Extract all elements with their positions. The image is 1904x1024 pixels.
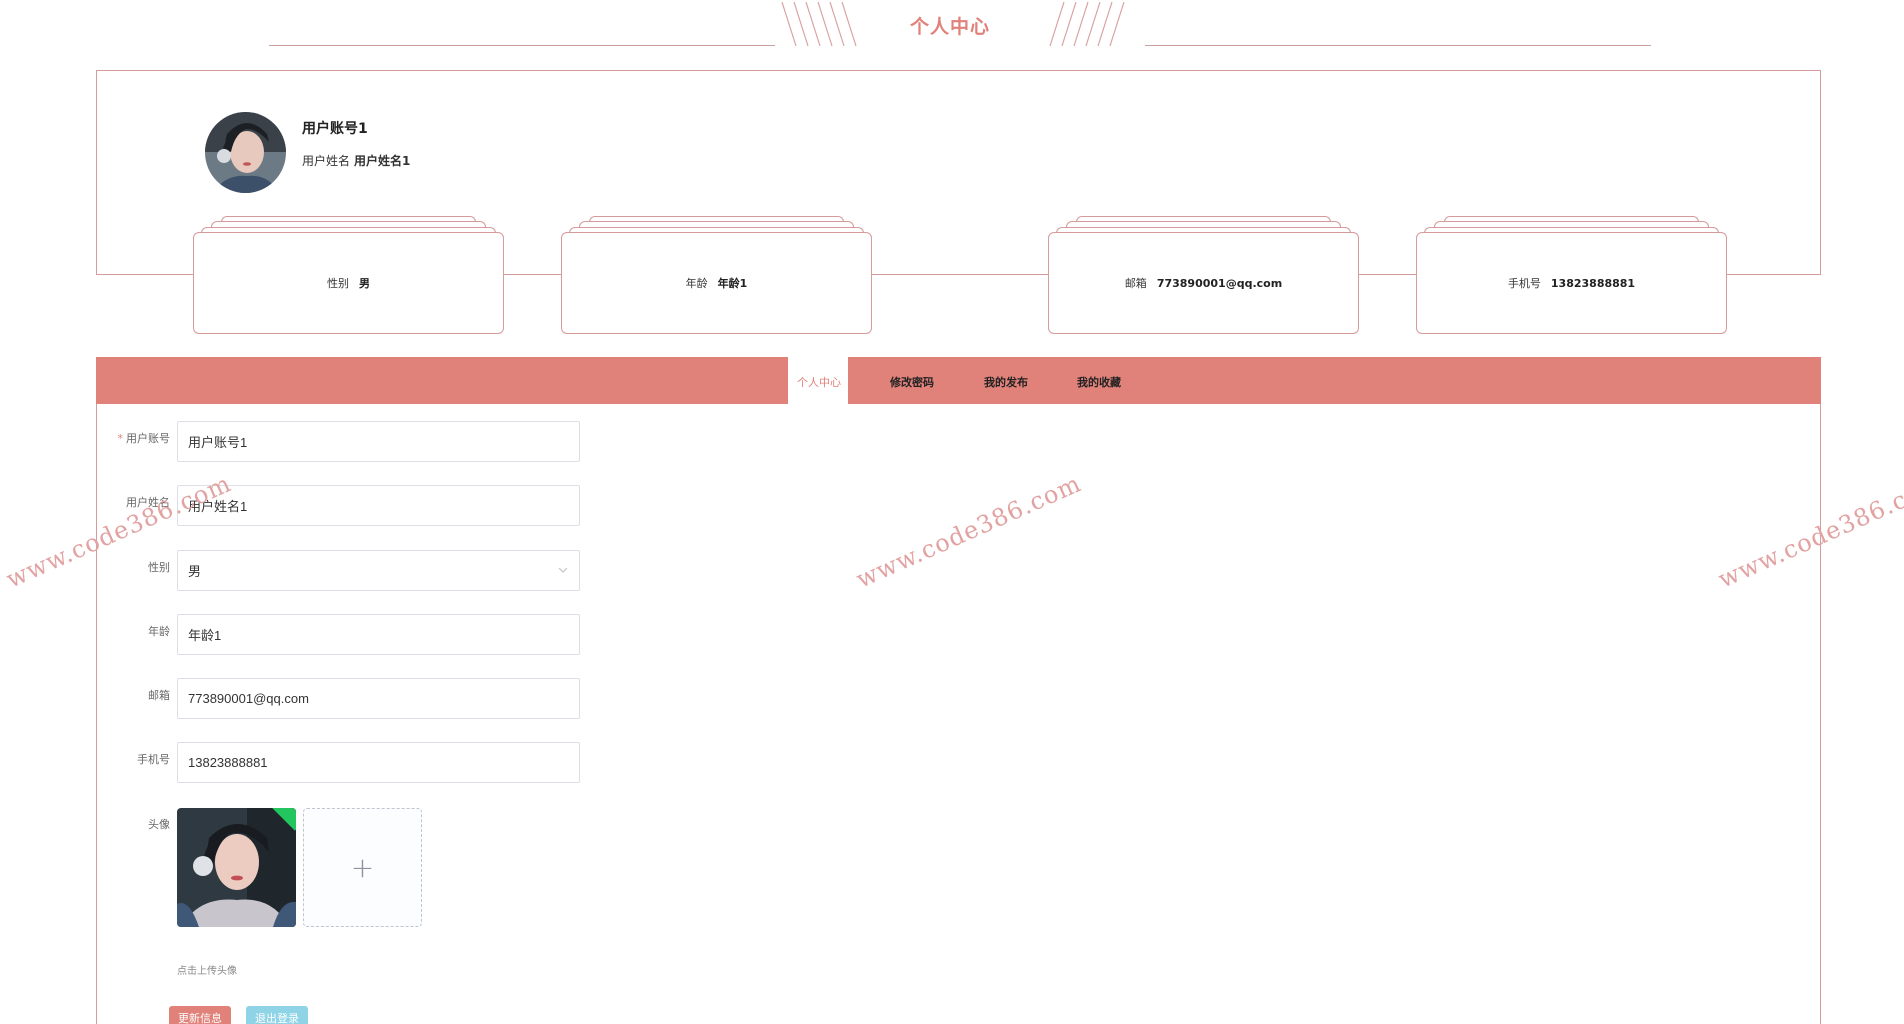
title-line-right bbox=[1145, 45, 1651, 46]
plus-icon: + bbox=[350, 851, 375, 884]
label-account: * 用户账号 bbox=[117, 432, 171, 445]
tab-personal-center[interactable]: 个人中心 bbox=[797, 374, 841, 390]
page-title: 个人中心 bbox=[909, 16, 990, 38]
tab-my-favorites[interactable]: 我的收藏 bbox=[1077, 374, 1121, 390]
stat-card-phone: 手机号 13823888881 bbox=[1416, 216, 1727, 334]
tabs-bar bbox=[96, 357, 1821, 404]
title-line-left bbox=[269, 45, 775, 46]
profile-avatar bbox=[205, 112, 286, 193]
stat-card-gender: 性别男 bbox=[193, 216, 504, 334]
email-input[interactable] bbox=[177, 678, 580, 719]
update-info-button[interactable]: 更新信息 bbox=[169, 1006, 231, 1024]
label-phone: 手机号 bbox=[137, 753, 170, 766]
tab-change-password[interactable]: 修改密码 bbox=[890, 374, 934, 390]
stat-card-age: 年龄 年龄1 bbox=[561, 216, 872, 334]
logout-button[interactable]: 退出登录 bbox=[246, 1006, 308, 1024]
stat-label: 手机号 bbox=[1507, 277, 1541, 290]
profile-name-line: 用户姓名 用户姓名1 bbox=[302, 152, 410, 169]
upload-tip: 点击上传头像 bbox=[177, 966, 237, 977]
stat-value: 13823888881 bbox=[1550, 276, 1636, 290]
avatar-preview-icon bbox=[177, 808, 296, 927]
stat-value: 773890001@qq.com bbox=[1156, 276, 1283, 290]
gender-select[interactable]: 男 bbox=[177, 550, 580, 591]
label-gender: 性别 bbox=[148, 561, 170, 574]
tab-my-posts[interactable]: 我的发布 bbox=[984, 374, 1028, 390]
stat-label: 性别 bbox=[327, 277, 349, 290]
stat-value: 男 bbox=[359, 277, 370, 290]
stat-label: 年龄 bbox=[685, 277, 708, 290]
stat-card-email: 邮箱 773890001@qq.com bbox=[1048, 216, 1359, 334]
stat-label: 邮箱 bbox=[1124, 277, 1147, 290]
profile-name-label: 用户姓名 bbox=[302, 154, 351, 168]
age-input[interactable] bbox=[177, 614, 580, 655]
profile-account: 用户账号1 bbox=[302, 121, 368, 137]
avatar-upload-preview[interactable]: ✓ bbox=[177, 808, 296, 927]
label-email: 邮箱 bbox=[148, 689, 170, 702]
stat-value: 年龄1 bbox=[717, 277, 748, 290]
title-slashes-left bbox=[781, 2, 857, 47]
profile-name-value: 用户姓名1 bbox=[354, 154, 411, 168]
chevron-down-icon bbox=[558, 567, 568, 573]
label-avatar: 头像 bbox=[148, 818, 170, 831]
avatar-upload-button[interactable]: + bbox=[303, 808, 422, 927]
required-mark: * bbox=[117, 432, 124, 445]
avatar-portrait-icon bbox=[205, 112, 286, 193]
account-input[interactable] bbox=[177, 421, 580, 462]
gender-value: 男 bbox=[188, 565, 202, 580]
name-input[interactable] bbox=[177, 485, 580, 526]
label-age: 年龄 bbox=[148, 625, 170, 638]
phone-input[interactable] bbox=[177, 742, 580, 783]
title-slashes-right bbox=[1049, 2, 1125, 47]
